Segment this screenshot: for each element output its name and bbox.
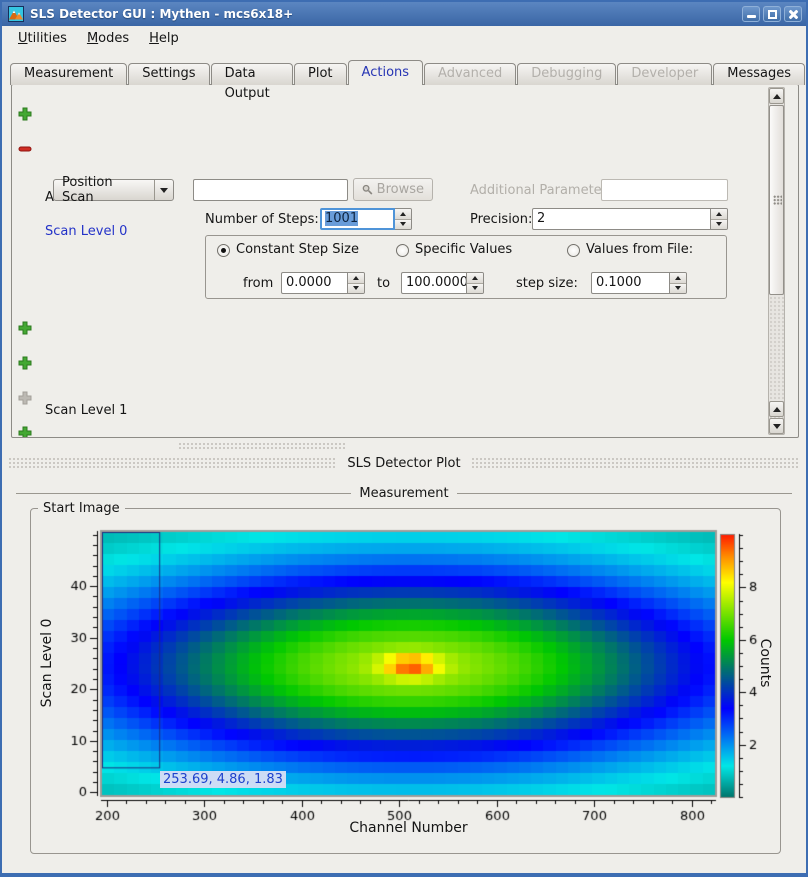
step-size-spinbox[interactable]: 0.1000 xyxy=(591,272,687,294)
spin-up-icon[interactable] xyxy=(711,209,727,220)
spin-arrows[interactable] xyxy=(395,208,412,230)
spin-up-icon[interactable] xyxy=(348,273,364,284)
scan-level-1-label[interactable]: Scan Level 1 xyxy=(45,403,127,418)
y-axis-title: Scan Level 0 xyxy=(39,619,55,708)
menu-modes[interactable]: Modes xyxy=(77,28,139,50)
measurement-heatmap[interactable] xyxy=(34,518,786,852)
start-image-group-title: Start Image xyxy=(38,501,125,516)
specific-values-radio[interactable] xyxy=(396,244,409,257)
vertical-scrollbar[interactable] xyxy=(768,87,785,435)
dock-handle-dots xyxy=(471,457,800,469)
browse-label: Browse xyxy=(377,182,424,197)
constant-step-size-label[interactable]: Constant Step Size xyxy=(236,242,359,257)
scan-level-0-label[interactable]: Scan Level 0 xyxy=(45,224,127,239)
additional-parameter-label: Additional Parameter: xyxy=(470,183,611,198)
constant-step-size-radio[interactable] xyxy=(217,244,230,257)
app-icon xyxy=(8,6,24,22)
spin-up-icon[interactable] xyxy=(395,209,411,220)
scroll-up-button-2[interactable] xyxy=(769,401,784,417)
browse-button: Browse xyxy=(353,178,433,201)
splitter-handle[interactable] xyxy=(178,442,346,450)
maximize-icon xyxy=(768,10,777,19)
tab-messages[interactable]: Messages xyxy=(713,63,805,85)
magnifier-icon xyxy=(362,183,373,196)
from-label: from xyxy=(243,276,273,291)
tab-bar: MeasurementSettingsData OutputPlotAction… xyxy=(10,60,806,85)
plot-dock-titlebar[interactable]: SLS Detector Plot xyxy=(8,454,800,472)
x-axis-title: Channel Number xyxy=(102,820,715,836)
minimize-icon xyxy=(747,15,756,18)
title-bar[interactable]: SLS Detector GUI : Mythen - mcs6x18+ xyxy=(2,2,806,26)
minimize-button[interactable] xyxy=(742,6,760,22)
values-from-file-radio[interactable] xyxy=(567,244,580,257)
tab-measurement[interactable]: Measurement xyxy=(10,63,127,85)
plot-dock-title: SLS Detector Plot xyxy=(337,456,470,471)
scan-mode-value: Position Scan xyxy=(54,175,154,205)
spin-up-icon[interactable] xyxy=(467,273,483,284)
expand-plus-icon[interactable] xyxy=(18,356,32,370)
expand-plus-icon-disabled xyxy=(18,391,32,405)
close-button[interactable] xyxy=(784,6,802,22)
number-of-steps-spinbox[interactable]: 1001 xyxy=(320,208,412,230)
expand-plus-icon[interactable] xyxy=(18,107,32,121)
spin-up-icon[interactable] xyxy=(670,273,686,284)
scroll-up-button[interactable] xyxy=(769,88,784,104)
menu-help[interactable]: Help xyxy=(139,28,189,50)
maximize-button[interactable] xyxy=(763,6,781,22)
precision-value[interactable]: 2 xyxy=(532,208,711,230)
spin-arrows[interactable] xyxy=(711,208,728,230)
app-window: SLS Detector GUI : Mythen - mcs6x18+ Uti… xyxy=(0,0,808,877)
window-title: SLS Detector GUI : Mythen - mcs6x18+ xyxy=(30,7,293,21)
tab-plot[interactable]: Plot xyxy=(294,63,347,85)
precision-label: Precision: xyxy=(470,212,532,227)
spin-down-icon[interactable] xyxy=(711,220,727,230)
number-of-steps-value[interactable]: 1001 xyxy=(325,211,358,226)
to-label: to xyxy=(377,276,390,291)
expand-plus-icon[interactable] xyxy=(18,321,32,335)
number-of-steps-label: Number of Steps: xyxy=(205,212,319,227)
tab-settings[interactable]: Settings xyxy=(128,63,209,85)
spin-down-icon[interactable] xyxy=(348,284,364,294)
expand-plus-icon[interactable] xyxy=(18,426,32,438)
measurement-group-header: Measurement xyxy=(16,485,792,501)
scan-mode-select[interactable]: Position Scan xyxy=(53,179,174,201)
additional-parameter-input xyxy=(601,179,728,201)
tab-debugging: Debugging xyxy=(517,63,616,85)
chevron-down-icon xyxy=(154,180,173,200)
actions-pane: Action at Start Scan Level 0 Position Sc… xyxy=(11,84,799,438)
tab-advanced: Advanced xyxy=(424,63,516,85)
step-range-group: Constant Step Size Specific Values Value… xyxy=(205,235,727,299)
grip-dots-icon xyxy=(773,195,782,205)
scan-script-input[interactable] xyxy=(193,179,348,201)
tab-actions[interactable]: Actions xyxy=(348,60,424,85)
to-value[interactable]: 100.0000 xyxy=(401,272,467,294)
menu-utilities[interactable]: Utilities xyxy=(8,28,77,50)
specific-values-label[interactable]: Specific Values xyxy=(415,242,512,257)
step-size-label: step size: xyxy=(516,276,578,291)
spin-down-icon[interactable] xyxy=(670,284,686,294)
dock-handle-dots xyxy=(8,457,337,469)
cursor-position-readout: 253.69, 4.86, 1.83 xyxy=(160,771,286,788)
tab-data-output[interactable]: Data Output xyxy=(211,63,293,85)
spin-down-icon[interactable] xyxy=(395,220,411,230)
step-size-value[interactable]: 0.1000 xyxy=(591,272,670,294)
collapse-minus-icon[interactable] xyxy=(18,142,32,156)
colorbar-title: Counts xyxy=(757,639,773,688)
tab-developer: Developer xyxy=(617,63,712,85)
scroll-down-button[interactable] xyxy=(769,418,784,434)
precision-spinbox[interactable]: 2 xyxy=(532,208,728,230)
to-spinbox[interactable]: 100.0000 xyxy=(401,272,484,294)
spin-down-icon[interactable] xyxy=(467,284,483,294)
menu-bar: UtilitiesModesHelp xyxy=(2,28,806,50)
values-from-file-label[interactable]: Values from File: xyxy=(586,242,693,257)
scrollbar-thumb[interactable] xyxy=(769,105,784,295)
measurement-group-title: Measurement xyxy=(351,486,456,501)
from-value[interactable]: 0.0000 xyxy=(281,272,348,294)
from-spinbox[interactable]: 0.0000 xyxy=(281,272,365,294)
